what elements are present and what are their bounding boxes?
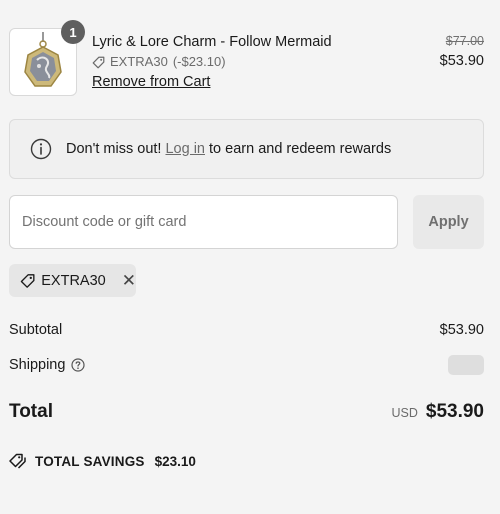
remove-from-cart-link[interactable]: Remove from Cart xyxy=(92,74,210,90)
apply-button[interactable]: Apply xyxy=(413,195,484,249)
shipping-label-group: Shipping xyxy=(9,357,86,373)
product-title: Lyric & Lore Charm - Follow Mermaid xyxy=(92,34,332,50)
close-icon[interactable]: ✕ xyxy=(122,272,136,289)
tag-icon xyxy=(92,56,105,68)
total-savings-value: $23.10 xyxy=(154,453,196,469)
charm-pendant-image xyxy=(24,32,62,87)
compare-at-price: $77.00 xyxy=(445,34,484,48)
item-details: Lyric & Lore Charm - Follow Mermaid EXTR… xyxy=(92,34,332,91)
item-discount-amount: (-$23.10) xyxy=(172,54,226,69)
cart-line-item: 1 Lyric & Lore Charm - Follow Mermaid EX… xyxy=(9,20,484,96)
item-discount: EXTRA30 (-$23.10) xyxy=(92,54,332,70)
subtotal-label: Subtotal xyxy=(9,322,63,338)
quantity-badge: 1 xyxy=(61,20,85,44)
help-icon[interactable] xyxy=(71,358,86,372)
tags-icon xyxy=(9,453,26,469)
currency-code: USD xyxy=(391,406,418,420)
item-prices: $77.00 $53.90 xyxy=(440,34,484,69)
total-amount: USD $53.90 xyxy=(391,401,484,423)
total-savings-label: TOTAL SAVINGS xyxy=(35,453,145,469)
shipping-label: Shipping xyxy=(9,357,66,373)
rewards-prefix: Don't miss out! xyxy=(66,141,162,157)
tag-icon xyxy=(20,273,35,288)
subtotal-value: $53.90 xyxy=(439,322,484,338)
rewards-text: Don't miss out! Log in to earn and redee… xyxy=(66,141,391,157)
total-label: Total xyxy=(9,401,53,422)
item-discount-code: EXTRA30 xyxy=(110,54,168,69)
total-row: Total USD $53.90 xyxy=(9,401,484,423)
subtotal-row: Subtotal $53.90 xyxy=(9,322,484,338)
total-savings: TOTAL SAVINGS $23.10 xyxy=(9,453,196,469)
login-link[interactable]: Log in xyxy=(165,141,205,157)
discount-code-input[interactable] xyxy=(9,195,398,249)
applied-code-label: EXTRA30 xyxy=(41,272,106,289)
item-price: $53.90 xyxy=(439,53,484,69)
rewards-banner: Don't miss out! Log in to earn and redee… xyxy=(9,119,484,179)
info-icon xyxy=(30,138,52,160)
rewards-suffix: to earn and redeem rewards xyxy=(209,141,392,157)
applied-discount-chip: EXTRA30 ✕ xyxy=(9,264,136,297)
shipping-row: Shipping xyxy=(9,355,484,375)
shipping-value-placeholder xyxy=(448,355,484,375)
total-value: $53.90 xyxy=(425,401,484,422)
